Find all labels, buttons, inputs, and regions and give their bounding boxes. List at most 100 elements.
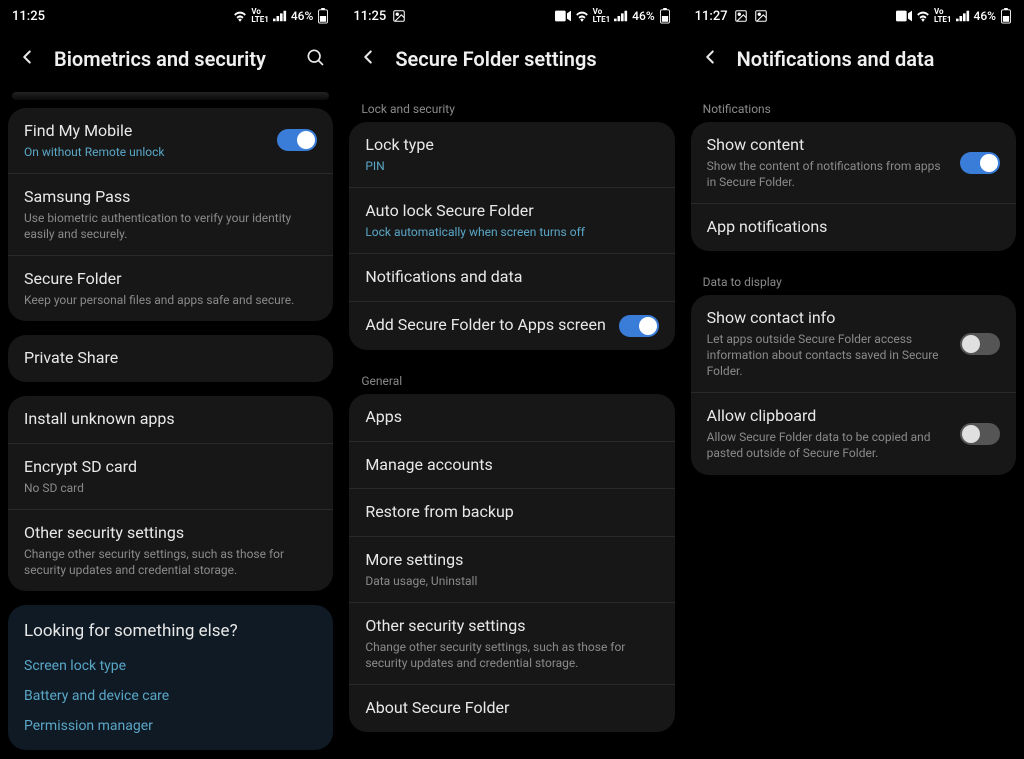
header: Biometrics and security [0,28,341,92]
status-bar: 11:25VoLTE146% [341,0,682,28]
settings-card: Show contact infoLet apps outside Secure… [691,295,1016,475]
suggestion-link[interactable]: Screen lock type [8,651,333,681]
settings-row[interactable]: Allow clipboardAllow Secure Folder data … [691,392,1016,474]
row-title: Private Share [24,348,317,369]
settings-row[interactable]: App notifications [691,203,1016,251]
settings-row[interactable]: Manage accounts [349,441,674,489]
row-title: Auto lock Secure Folder [365,201,658,222]
row-title: Apps [365,407,658,428]
settings-row[interactable]: Find My Mobile On without Remote unlock [8,108,333,173]
row-subtitle: Show the content of notifications from a… [707,158,948,190]
row-subtitle: Allow Secure Folder data to be copied an… [707,429,948,461]
wifi-icon [575,10,589,22]
scroll-indicator [12,92,329,100]
settings-row[interactable]: Notifications and data [349,253,674,301]
status-bar: 11:25VoLTE146% [0,0,341,28]
looking-title: Looking for something else? [8,605,333,651]
row-title: Notifications and data [365,267,658,288]
signal-icon [614,10,628,22]
looking-card: Looking for something else?Screen lock t… [8,605,333,750]
row-subtitle: Use biometric authentication to verify y… [24,210,317,242]
settings-row[interactable]: Other security settingsChange other secu… [349,602,674,684]
settings-row[interactable]: Install unknown apps [8,396,333,443]
settings-row[interactable]: Secure Folder Keep your personal files an… [8,255,333,321]
wifi-icon [916,10,930,22]
row-title: Lock type [365,135,658,156]
row-subtitle: No SD card [24,480,317,496]
video-icon [555,10,571,22]
toggle-switch[interactable] [960,423,1000,445]
row-title: Show content [707,135,948,156]
settings-row[interactable]: Show contentShow the content of notifica… [691,122,1016,203]
photo-icon [754,9,768,23]
row-title: Samsung Pass [24,187,317,208]
toggle-switch[interactable] [960,333,1000,355]
page-title: Biometrics and security [54,47,289,71]
back-icon[interactable] [16,46,38,72]
back-icon[interactable] [699,46,721,72]
header: Secure Folder settings [341,28,682,92]
phone-screen: 11:25VoLTE146%Secure Folder settingsLock… [341,0,682,759]
settings-card: Show contentShow the content of notifica… [691,122,1016,251]
settings-row[interactable]: Apps [349,394,674,441]
settings-row[interactable]: Encrypt SD card No SD card [8,443,333,509]
row-subtitle: PIN [365,158,658,174]
row-subtitle: Keep your personal files and apps safe a… [24,292,317,308]
row-title: Other security settings [365,616,658,637]
search-icon[interactable] [305,47,325,71]
battery-icon [659,8,671,24]
settings-row[interactable]: Lock type PIN [349,122,674,187]
back-icon[interactable] [357,46,379,72]
row-title: Allow clipboard [707,406,948,427]
settings-row[interactable]: Samsung PassUse biometric authentication… [8,173,333,255]
suggestion-link[interactable]: Permission manager [8,711,333,750]
section-header: Data to display [687,265,1020,295]
header: Notifications and data [683,28,1024,92]
settings-card: Apps Manage accounts Restore from backup Mo… [349,394,674,732]
toggle-switch[interactable] [619,315,659,337]
row-title: Secure Folder [24,269,317,290]
video-icon [896,10,912,22]
battery-icon [317,8,329,24]
row-title: App notifications [707,217,1000,238]
row-title: About Secure Folder [365,698,658,719]
row-title: Restore from backup [365,502,658,523]
row-subtitle: Change other security settings, such as … [24,546,317,578]
battery-icon [1000,8,1012,24]
suggestion-link[interactable]: Battery and device care [8,681,333,711]
row-title: Encrypt SD card [24,457,317,478]
settings-row[interactable]: Show contact infoLet apps outside Secure… [691,295,1016,392]
status-bar: 11:27VoLTE146% [683,0,1024,28]
page-title: Notifications and data [737,47,1008,71]
row-title: More settings [365,550,658,571]
row-subtitle: Change other security settings, such as … [365,639,658,671]
row-title: Find My Mobile [24,121,265,142]
row-subtitle: On without Remote unlock [24,144,265,160]
settings-row[interactable]: Private Share [8,335,333,382]
row-title: Show contact info [707,308,948,329]
phone-screen: 11:27VoLTE146% Notifications and data Noti… [683,0,1024,759]
settings-row[interactable]: Restore from backup [349,488,674,536]
wifi-icon [233,10,247,22]
section-header: Notifications [687,92,1020,122]
settings-row[interactable]: Auto lock Secure Folder Lock automaticall… [349,187,674,253]
row-subtitle: Let apps outside Secure Folder access in… [707,331,948,380]
settings-row[interactable]: About Secure Folder [349,684,674,732]
settings-card: Private Share [8,335,333,382]
settings-card: Lock type PIN Auto lock Secure Folder Lock … [349,122,674,350]
row-title: Other security settings [24,523,317,544]
signal-icon [273,10,287,22]
phone-screen: 11:25VoLTE146% Biometrics and security Fin… [0,0,341,759]
toggle-switch[interactable] [277,129,317,151]
row-subtitle: Lock automatically when screen turns off [365,224,658,240]
settings-row[interactable]: More settingsData usage, Uninstall [349,536,674,602]
section-header: General [345,364,678,394]
settings-row[interactable]: Other security settingsChange other secu… [8,509,333,591]
toggle-switch[interactable] [960,152,1000,174]
settings-row[interactable]: Add Secure Folder to Apps screen [349,301,674,350]
photo-icon [734,9,748,23]
section-header: Lock and security [345,92,678,122]
row-title: Add Secure Folder to Apps screen [365,315,606,336]
settings-card: Find My Mobile On without Remote unlock Sa… [8,108,333,321]
row-title: Install unknown apps [24,409,317,430]
